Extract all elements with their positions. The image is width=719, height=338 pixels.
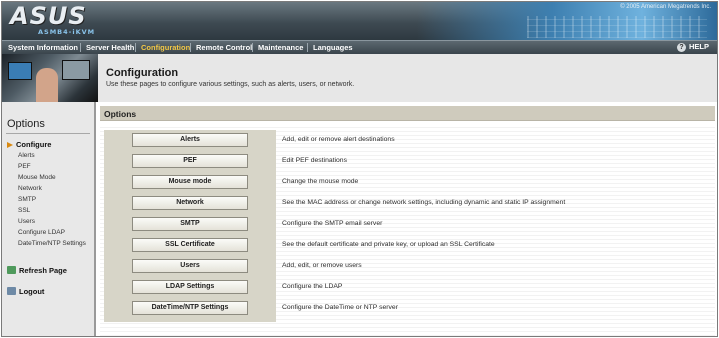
sidebar-item-alerts[interactable]: Alerts xyxy=(18,152,35,159)
header-banner: ASUS ASMB4-iKVM © 2005 American Megatren… xyxy=(2,2,717,40)
sidebar-item-configure-ldap[interactable]: Configure LDAP xyxy=(18,229,65,236)
options-section-title: Options xyxy=(104,109,137,119)
help-label: HELP xyxy=(688,42,709,51)
asus-logo: ASUS xyxy=(10,2,87,30)
page-title: Configuration xyxy=(106,67,179,79)
photo-person xyxy=(36,68,58,102)
help-link[interactable]: ? HELP xyxy=(676,42,709,52)
datetime-ntp-settings-button[interactable]: DateTime/NTP Settings xyxy=(132,301,248,315)
nav-separator xyxy=(307,43,308,52)
triangle-right-icon xyxy=(7,142,13,148)
photo-monitor xyxy=(8,62,32,80)
users-button[interactable]: Users xyxy=(132,259,248,273)
network-button[interactable]: Network xyxy=(132,196,248,210)
top-nav-bar: System Information Server Health Configu… xyxy=(2,40,717,54)
sidebar-heading: Options xyxy=(7,118,45,130)
logout-link[interactable]: Logout xyxy=(7,287,44,296)
sidebar-item-ssl[interactable]: SSL xyxy=(18,207,30,214)
sidebar-item-smtp[interactable]: SMTP xyxy=(18,196,36,203)
option-description: See the default certificate and private … xyxy=(282,241,495,248)
ldap-settings-button[interactable]: LDAP Settings xyxy=(132,280,248,294)
sidebar-item-datetime-ntp[interactable]: DateTime/NTP Settings xyxy=(18,240,86,247)
sidebar-item-network[interactable]: Network xyxy=(18,185,42,192)
option-description: Configure the LDAP xyxy=(282,283,343,290)
nav-separator xyxy=(252,43,253,52)
nav-separator xyxy=(190,43,191,52)
mouse-mode-button[interactable]: Mouse mode xyxy=(132,175,248,189)
refresh-page-label: Refresh Page xyxy=(19,266,67,275)
sidebar-divider xyxy=(6,133,90,134)
logout-label: Logout xyxy=(19,287,45,296)
nav-configuration[interactable]: Configuration xyxy=(141,43,190,52)
nav-separator xyxy=(80,43,81,52)
sidebar-category-label: Configure xyxy=(16,140,52,149)
option-description: Configure the SMTP email server xyxy=(282,220,383,227)
option-description: Edit PEF destinations xyxy=(282,157,347,164)
app-frame: ASUS ASMB4-iKVM © 2005 American Megatren… xyxy=(1,1,718,337)
sidebar: Options Configure Alerts PEF Mouse Mode … xyxy=(2,102,96,336)
copyright-text: © 2005 American Megatrends Inc. xyxy=(620,4,711,10)
option-description: Change the mouse mode xyxy=(282,178,359,185)
nav-server-health[interactable]: Server Health xyxy=(86,43,134,52)
title-band: Configuration Use these pages to configu… xyxy=(98,54,717,102)
options-section-header: Options xyxy=(100,106,715,121)
photo-monitor xyxy=(62,60,90,80)
sidebar-item-pef[interactable]: PEF xyxy=(18,163,31,170)
sidebar-item-users[interactable]: Users xyxy=(18,218,35,225)
option-description: Add, edit or remove alert destinations xyxy=(282,136,395,143)
logout-icon xyxy=(7,287,16,295)
page-subtitle: Use these pages to configure various set… xyxy=(106,81,355,88)
help-icon: ? xyxy=(676,43,686,52)
sidebar-category-configure[interactable]: Configure xyxy=(7,140,51,149)
refresh-page-link[interactable]: Refresh Page xyxy=(7,266,67,275)
nav-separator xyxy=(135,43,136,52)
alerts-button[interactable]: Alerts xyxy=(132,133,248,147)
option-description: Configure the DateTime or NTP server xyxy=(282,304,398,311)
smtp-button[interactable]: SMTP xyxy=(132,217,248,231)
sidebar-item-mouse-mode[interactable]: Mouse Mode xyxy=(18,174,56,181)
refresh-icon xyxy=(7,266,16,274)
nav-languages[interactable]: Languages xyxy=(313,43,353,52)
header-photo xyxy=(2,54,98,102)
product-logo: ASMB4-iKVM xyxy=(38,28,96,36)
ssl-certificate-button[interactable]: SSL Certificate xyxy=(132,238,248,252)
nav-system-information[interactable]: System Information xyxy=(8,43,78,52)
option-description: See the MAC address or change network se… xyxy=(282,199,566,206)
option-description: Add, edit, or remove users xyxy=(282,262,362,269)
pef-button[interactable]: PEF xyxy=(132,154,248,168)
nav-maintenance[interactable]: Maintenance xyxy=(258,43,303,52)
nav-remote-control[interactable]: Remote Control xyxy=(196,43,252,52)
header-grid-decoration xyxy=(527,16,707,38)
